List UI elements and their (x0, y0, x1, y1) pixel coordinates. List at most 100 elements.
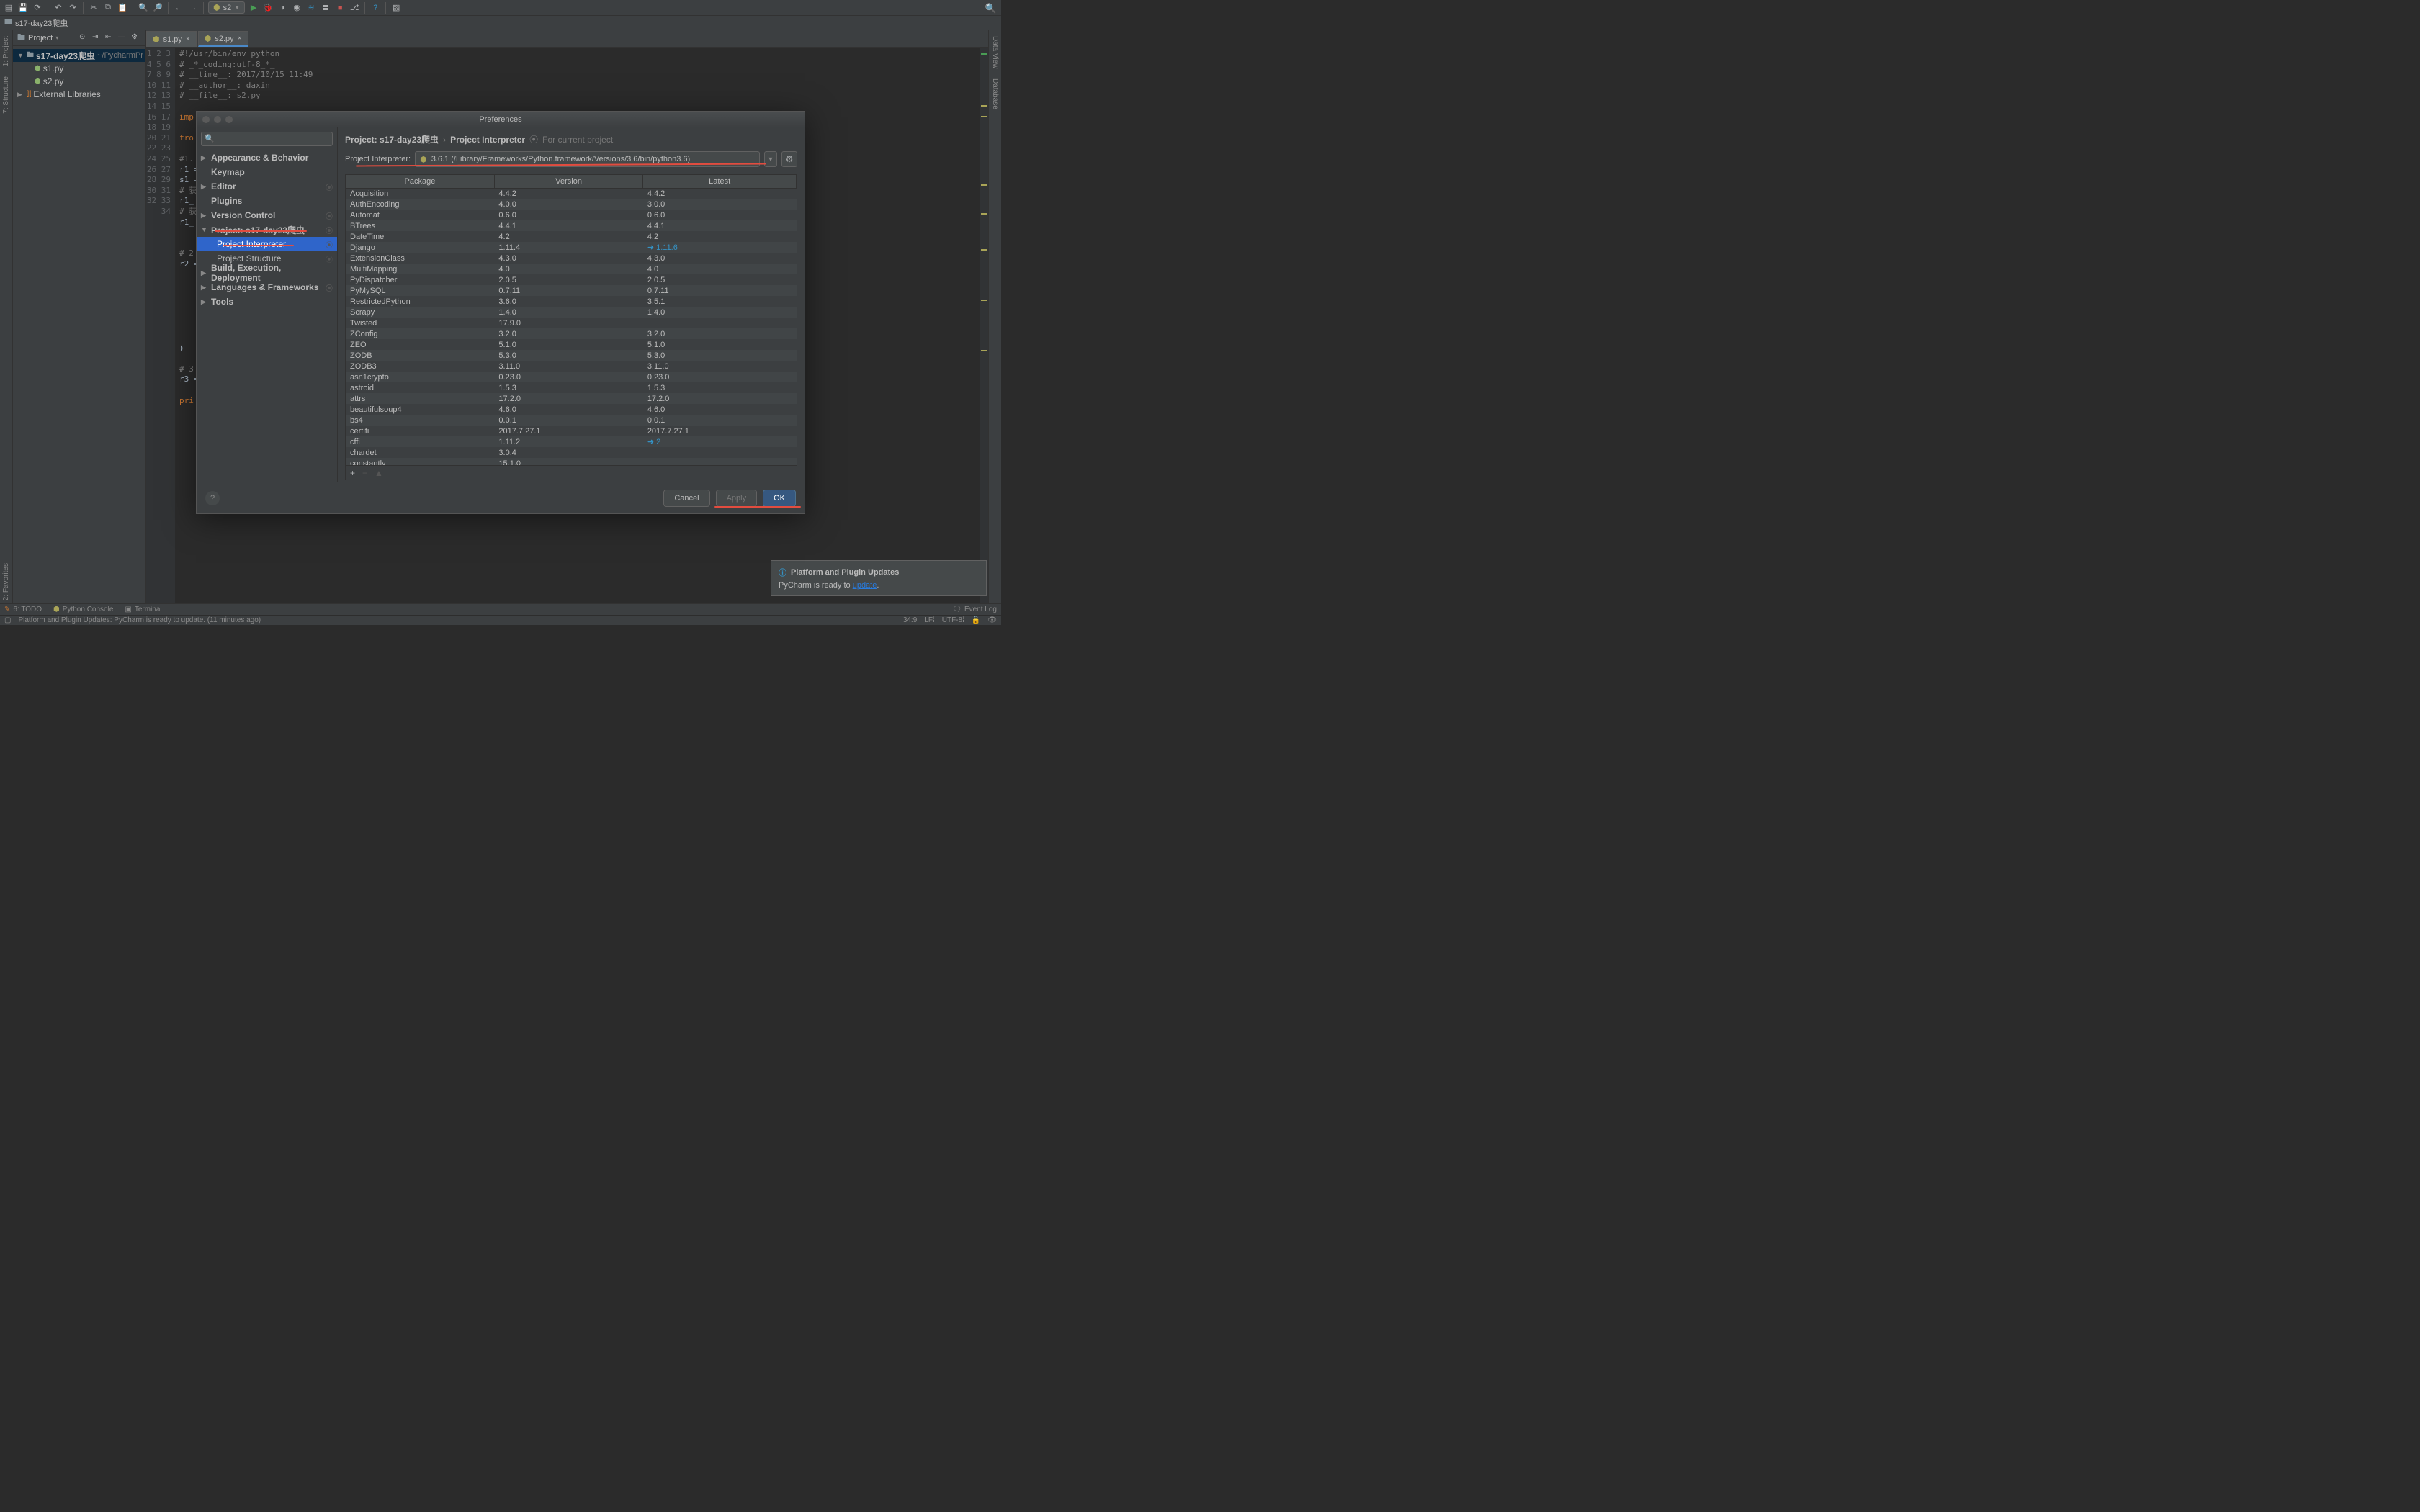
scroll-to-icon[interactable]: ⇥ (92, 33, 102, 43)
search-everywhere-icon[interactable]: 🔍 (985, 3, 997, 14)
package-row[interactable]: chardet3.0.4 (346, 447, 797, 458)
tree-root[interactable]: ▼🖿 s17-day23爬虫 ~/PycharmPr (13, 49, 145, 62)
tree-file[interactable]: ⬢s2.py (13, 75, 145, 88)
pref-tree-node[interactable]: Keymap (197, 165, 337, 179)
package-row[interactable]: cffi1.11.22 (346, 436, 797, 447)
package-row[interactable]: ExtensionClass4.3.04.3.0 (346, 253, 797, 264)
editor-tab[interactable]: ⬢s1.py× (146, 31, 197, 47)
status-encoding[interactable]: UTF-8⁞ (942, 616, 964, 624)
package-row[interactable]: BTrees4.4.14.4.1 (346, 220, 797, 231)
settings-icon[interactable]: ⚙ (131, 33, 141, 43)
back-icon[interactable]: ← (173, 2, 184, 14)
col-package[interactable]: Package (346, 175, 494, 188)
pref-tree-node[interactable]: ▶Build, Execution, Deployment (197, 266, 337, 280)
close-tab-icon[interactable]: × (238, 35, 242, 42)
close-tab-icon[interactable]: × (186, 35, 190, 43)
tree-file[interactable]: ⬢s1.py (13, 62, 145, 75)
hide-icon[interactable]: — (118, 33, 128, 43)
terminal-tool[interactable]: ▣Terminal (125, 606, 161, 613)
package-row[interactable]: astroid1.5.31.5.3 (346, 382, 797, 393)
tool-dataview-tab[interactable]: Data View (991, 33, 999, 71)
col-version[interactable]: Version (494, 175, 642, 188)
package-row[interactable]: ZODB33.11.03.11.0 (346, 361, 797, 372)
package-row[interactable]: DateTime4.24.2 (346, 231, 797, 242)
python-console-tool[interactable]: ⬢Python Console (53, 606, 113, 613)
undo-icon[interactable]: ↶ (53, 2, 64, 14)
status-caret-pos[interactable]: 34:9 (903, 616, 917, 624)
update-notification[interactable]: ⓘ Platform and Plugin Updates PyCharm is… (771, 560, 987, 596)
tool-favorites-tab[interactable]: 2: Favorites (2, 560, 10, 603)
package-row[interactable]: asn1crypto0.23.00.23.0 (346, 372, 797, 382)
package-row[interactable]: Django1.11.41.11.6 (346, 242, 797, 253)
package-row[interactable]: Acquisition4.4.24.4.2 (346, 188, 797, 199)
dialog-help-icon[interactable]: ? (205, 491, 220, 505)
replace-icon[interactable]: 🔎 (152, 2, 163, 14)
apply-button[interactable]: Apply (716, 490, 758, 507)
pref-tree-node[interactable]: ▶Version Control⦿ (197, 208, 337, 222)
package-row[interactable]: RestrictedPython3.6.03.5.1 (346, 296, 797, 307)
coverage-icon[interactable]: ◑ (277, 2, 288, 14)
forward-icon[interactable]: → (187, 2, 199, 14)
tool-structure-tab[interactable]: 7: Structure (2, 73, 10, 117)
breadcrumb-project[interactable]: s17-day23爬虫 (15, 17, 68, 29)
todo-tool[interactable]: ✎6: TODO (4, 606, 42, 613)
save-icon[interactable]: 💾 (17, 2, 29, 14)
traffic-close-icon[interactable] (202, 116, 210, 123)
collapse-all-icon[interactable]: ⊙ (79, 33, 89, 43)
package-row[interactable]: ZODB5.3.05.3.0 (346, 350, 797, 361)
package-row[interactable]: Twisted17.9.0 (346, 318, 797, 328)
package-row[interactable]: Scrapy1.4.01.4.0 (346, 307, 797, 318)
ok-button[interactable]: OK (763, 490, 796, 507)
sync-icon[interactable]: ⟳ (32, 2, 43, 14)
cut-icon[interactable]: ✂ (88, 2, 99, 14)
editor-tab[interactable]: ⬢s2.py× (198, 31, 248, 47)
run-config-selector[interactable]: ⬢ s2 ▼ (208, 1, 245, 14)
package-row[interactable]: ZEO5.1.05.1.0 (346, 339, 797, 350)
run-icon[interactable]: ▶ (248, 2, 259, 14)
open-icon[interactable]: ▤ (3, 2, 14, 14)
pref-tree-node[interactable]: ▶Appearance & Behavior (197, 150, 337, 165)
upgrade-package-icon[interactable]: ▲ (375, 468, 383, 478)
paste-icon[interactable]: 📋 (117, 2, 128, 14)
scientific-icon[interactable]: ▧ (390, 2, 402, 14)
pref-tree-node[interactable]: ▶Languages & Frameworks⦿ (197, 280, 337, 294)
pref-tree-node[interactable]: Plugins (197, 194, 337, 208)
package-row[interactable]: bs40.0.10.0.1 (346, 415, 797, 426)
redo-icon[interactable]: ↷ (67, 2, 79, 14)
traffic-max-icon[interactable] (225, 116, 233, 123)
cancel-button[interactable]: Cancel (663, 490, 709, 507)
col-latest[interactable]: Latest (643, 175, 797, 188)
add-package-icon[interactable]: + (350, 468, 355, 478)
stop-icon[interactable]: ■ (334, 2, 346, 14)
tool-database-tab[interactable]: Database (991, 76, 999, 112)
package-row[interactable]: ZConfig3.2.03.2.0 (346, 328, 797, 339)
profile-icon[interactable]: ◉ (291, 2, 302, 14)
pref-tree-node[interactable]: Project Interpreter⦿ (197, 237, 337, 251)
event-log-tool[interactable]: 🗨Event Log (952, 606, 997, 613)
preferences-search-input[interactable] (201, 132, 333, 146)
pref-tree-node[interactable]: ▶Tools (197, 294, 337, 309)
package-row[interactable]: Automat0.6.00.6.0 (346, 210, 797, 220)
package-row[interactable]: certifi2017.7.27.12017.7.27.1 (346, 426, 797, 436)
tree-external-libs[interactable]: ▶⫿⫿ External Libraries (13, 88, 145, 101)
remove-package-icon[interactable]: − (362, 468, 367, 478)
package-row[interactable]: constantly15.1.0 (346, 458, 797, 465)
dialog-titlebar[interactable]: Preferences (197, 112, 805, 127)
package-row[interactable]: attrs17.2.017.2.0 (346, 393, 797, 404)
find-icon[interactable]: 🔍 (138, 2, 149, 14)
concurrency-icon[interactable]: ≋ (305, 2, 317, 14)
attach-icon[interactable]: ≣ (320, 2, 331, 14)
package-row[interactable]: beautifulsoup44.6.04.6.0 (346, 404, 797, 415)
tool-project-tab[interactable]: 1: Project (2, 33, 10, 69)
package-row[interactable]: AuthEncoding4.0.03.0.0 (346, 199, 797, 210)
copy-icon[interactable]: ⧉ (102, 2, 114, 14)
package-row[interactable]: PyMySQL0.7.110.7.11 (346, 285, 797, 296)
update-link[interactable]: update (853, 581, 877, 590)
interpreter-dropdown-icon[interactable]: ▼ (764, 151, 777, 167)
vcs-icon[interactable]: ⎇ (349, 2, 360, 14)
package-row[interactable]: MultiMapping4.04.0 (346, 264, 797, 274)
scroll-from-icon[interactable]: ⇤ (105, 33, 115, 43)
pref-tree-node[interactable]: ▶Editor⦿ (197, 179, 337, 194)
interpreter-gear-icon[interactable]: ⚙ (781, 151, 797, 167)
status-inspect-icon[interactable]: 👁 (987, 616, 997, 624)
